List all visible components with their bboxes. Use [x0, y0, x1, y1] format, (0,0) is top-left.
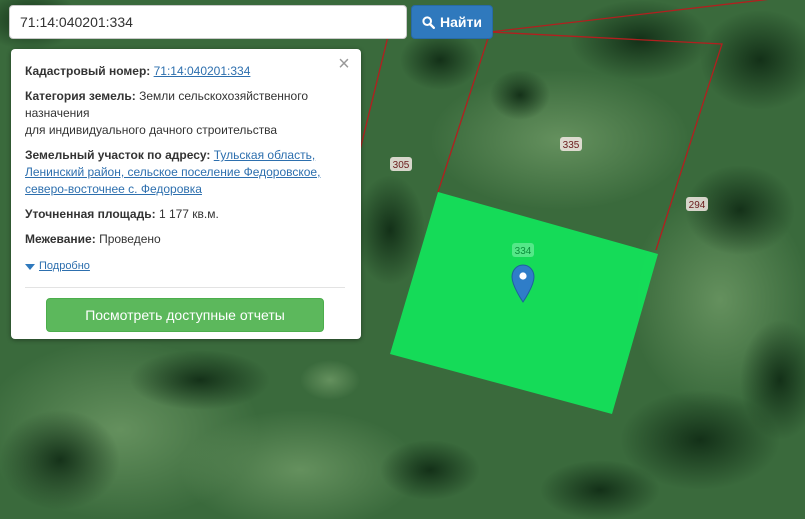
cadastral-number-row: Кадастровый номер: 71:14:040201:334 — [25, 63, 345, 80]
search-button-label: Найти — [440, 14, 482, 30]
cadastral-number-link[interactable]: 71:14:040201:334 — [154, 64, 251, 78]
survey-row: Межевание: Проведено — [25, 231, 345, 248]
details-toggle[interactable]: Подробно — [25, 258, 90, 275]
close-icon[interactable]: × — [335, 54, 353, 74]
land-category-value-1: Земли сельскохозяйственного — [139, 89, 309, 103]
address-row: Земельный участок по адресу: Тульская об… — [25, 147, 345, 198]
land-category-value-3: для индивидуального дачного строительств… — [25, 123, 278, 137]
parcel-label-305: 305 — [390, 157, 412, 171]
svg-text:294: 294 — [689, 200, 706, 211]
address-label: Земельный участок по адресу: — [25, 148, 211, 162]
search-input[interactable] — [9, 5, 407, 39]
land-category-value-2: назначения — [25, 106, 90, 120]
address-link-3[interactable]: северо-восточнее с. Федоровка — [25, 182, 202, 196]
survey-label: Межевание: — [25, 232, 96, 246]
area-label: Уточненная площадь: — [25, 207, 156, 221]
parcel-label-335: 335 — [560, 137, 582, 151]
svg-text:305: 305 — [393, 160, 410, 171]
address-link-1[interactable]: Тульская область, — [214, 148, 315, 162]
search-button[interactable]: Найти — [411, 5, 493, 39]
caret-down-icon — [25, 263, 35, 270]
area-row: Уточненная площадь: 1 177 кв.м. — [25, 206, 345, 223]
view-reports-button[interactable]: Посмотреть доступные отчеты — [46, 298, 324, 332]
search-icon — [422, 15, 436, 29]
parcel-label-294: 294 — [686, 197, 708, 211]
address-link-2[interactable]: Ленинский район, сельское поселение Федо… — [25, 165, 320, 179]
land-category-row: Категория земель: Земли сельскохозяйстве… — [25, 88, 345, 139]
details-label: Подробно — [39, 260, 90, 272]
parcel-label-334: 334 — [512, 243, 534, 257]
cadastral-number-label: Кадастровый номер: — [25, 64, 151, 78]
divider — [25, 287, 345, 288]
svg-text:335: 335 — [563, 140, 580, 151]
survey-value: Проведено — [99, 232, 161, 246]
parcel-info-panel: × Кадастровый номер: 71:14:040201:334 Ка… — [11, 49, 361, 339]
area-value: 1 177 кв.м. — [158, 207, 219, 221]
svg-text:334: 334 — [515, 246, 532, 257]
land-category-label: Категория земель: — [25, 89, 136, 103]
